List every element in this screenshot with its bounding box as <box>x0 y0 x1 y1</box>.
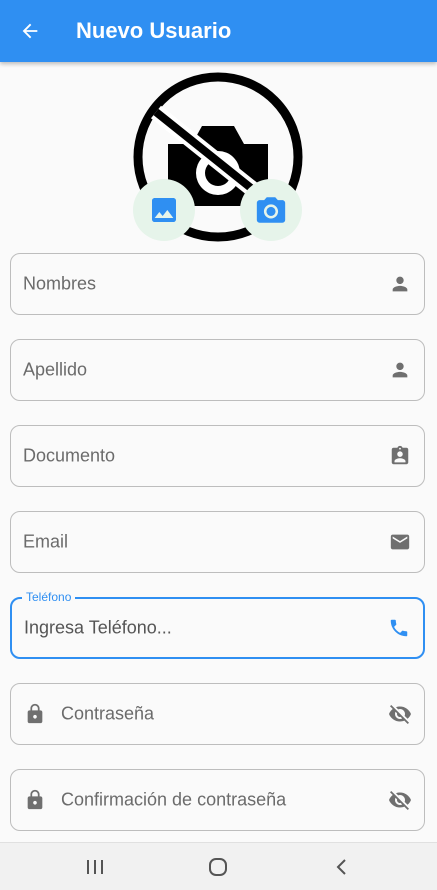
phone-icon <box>387 616 411 640</box>
back-button[interactable] <box>0 0 60 62</box>
field-label: Apellido <box>23 359 88 380</box>
person-icon <box>388 358 412 382</box>
app-bar: Nuevo Usuario <box>0 0 437 62</box>
recent-apps-icon <box>87 859 103 874</box>
phone-input[interactable]: Ingresa Teléfono... <box>24 618 172 639</box>
lock-icon <box>23 788 47 812</box>
visibility-off-icon[interactable] <box>388 702 412 726</box>
confirm-password-field[interactable]: Confirmación de contraseña <box>10 769 425 831</box>
visibility-off-icon[interactable] <box>388 788 412 812</box>
password-field[interactable]: Contraseña <box>10 683 425 745</box>
home-icon <box>209 857 227 876</box>
image-icon <box>152 198 176 222</box>
field-label: Confirmación de contraseña <box>61 789 287 810</box>
person-icon <box>388 272 412 296</box>
gallery-button[interactable] <box>133 179 195 241</box>
lock-icon <box>23 702 47 726</box>
documento-field[interactable]: Documento <box>10 425 425 487</box>
field-label: Documento <box>23 445 116 466</box>
email-icon <box>388 530 412 554</box>
page-title: Nuevo Usuario <box>76 18 232 43</box>
home-button[interactable] <box>188 843 248 890</box>
field-label: Email <box>23 531 69 552</box>
telefono-field[interactable]: Teléfono Ingresa Teléfono... <box>10 590 425 659</box>
camera-icon <box>256 197 286 223</box>
badge-icon <box>388 444 412 468</box>
floating-label: Teléfono <box>22 590 76 604</box>
system-nav-bar <box>0 842 437 890</box>
apellido-field[interactable]: Apellido <box>10 339 425 401</box>
field-label: Contraseña <box>61 703 155 724</box>
chevron-left-icon <box>336 858 346 875</box>
camera-button[interactable] <box>240 179 302 241</box>
field-label: Nombres <box>23 273 97 294</box>
back-nav-button[interactable] <box>312 843 372 890</box>
arrow-back-icon <box>22 23 38 39</box>
nombres-field[interactable]: Nombres <box>10 253 425 315</box>
email-field[interactable]: Email <box>10 511 425 573</box>
recent-apps-button[interactable] <box>65 843 125 890</box>
